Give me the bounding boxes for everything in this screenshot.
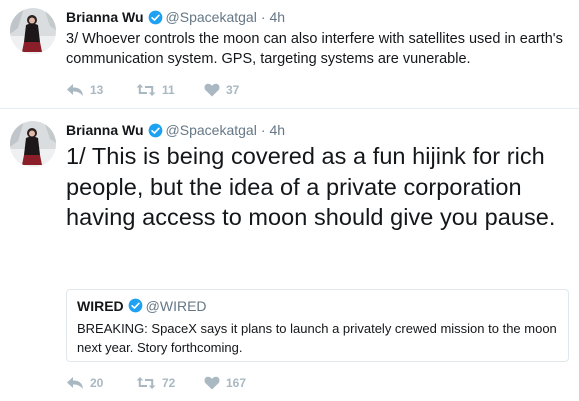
avatar[interactable] [10, 121, 56, 167]
retweet-count: 72 [162, 376, 176, 390]
separator-dot: · [260, 122, 266, 138]
quoted-tweet-header: WIRED @WIRED [77, 296, 558, 315]
reply-icon [66, 83, 84, 97]
retweet-icon [136, 376, 156, 390]
retweet-icon [136, 83, 156, 97]
tweet-actions: 20 72 167 [66, 373, 264, 393]
verified-badge-icon [148, 123, 163, 138]
retweet-button[interactable]: 11 [136, 83, 204, 97]
author-handle[interactable]: @Spacekatgal [166, 122, 257, 138]
tweet[interactable]: Brianna Wu @Spacekatgal · 4h 3/ Whoever … [0, 0, 579, 108]
author-name[interactable]: Brianna Wu [66, 9, 144, 25]
reply-button[interactable]: 13 [66, 83, 136, 97]
tweet[interactable]: Brianna Wu @Spacekatgal · 4h 1/ This is … [0, 109, 579, 401]
like-count: 37 [226, 83, 240, 97]
tweet-text: 3/ Whoever controls the moon can also in… [66, 31, 563, 67]
tweet-header: Brianna Wu @Spacekatgal · 4h [66, 120, 285, 140]
like-count: 167 [226, 376, 247, 390]
quoted-tweet-text: BREAKING: SpaceX says it plans to launch… [77, 321, 557, 355]
tweet-time[interactable]: 4h [269, 122, 285, 138]
quoted-tweet[interactable]: WIRED @WIRED BREAKING: SpaceX says it pl… [66, 289, 569, 362]
avatar[interactable] [10, 8, 56, 54]
verified-badge-icon [128, 298, 143, 313]
heart-icon [204, 376, 220, 390]
reply-icon [66, 376, 84, 390]
timeline: Brianna Wu @Spacekatgal · 4h 3/ Whoever … [0, 0, 579, 401]
heart-icon [204, 83, 220, 97]
reply-count: 20 [90, 376, 104, 390]
verified-badge-icon [148, 10, 163, 25]
author-name[interactable]: Brianna Wu [66, 122, 144, 138]
separator-dot: · [260, 9, 266, 25]
like-button[interactable]: 37 [204, 83, 264, 97]
tweet-text: 1/ This is being covered as a fun hijink… [66, 143, 556, 230]
tweet-time[interactable]: 4h [269, 9, 285, 25]
author-handle[interactable]: @Spacekatgal [166, 9, 257, 25]
quoted-author-handle: @WIRED [145, 297, 207, 314]
retweet-button[interactable]: 72 [136, 376, 204, 390]
reply-button[interactable]: 20 [66, 376, 136, 390]
tweet-actions: 13 11 37 [66, 80, 264, 100]
retweet-count: 11 [162, 83, 175, 97]
reply-count: 13 [90, 83, 104, 97]
tweet-header: Brianna Wu @Spacekatgal · 4h [66, 7, 285, 27]
quoted-author-name: WIRED [77, 297, 124, 314]
like-button[interactable]: 167 [204, 376, 264, 390]
